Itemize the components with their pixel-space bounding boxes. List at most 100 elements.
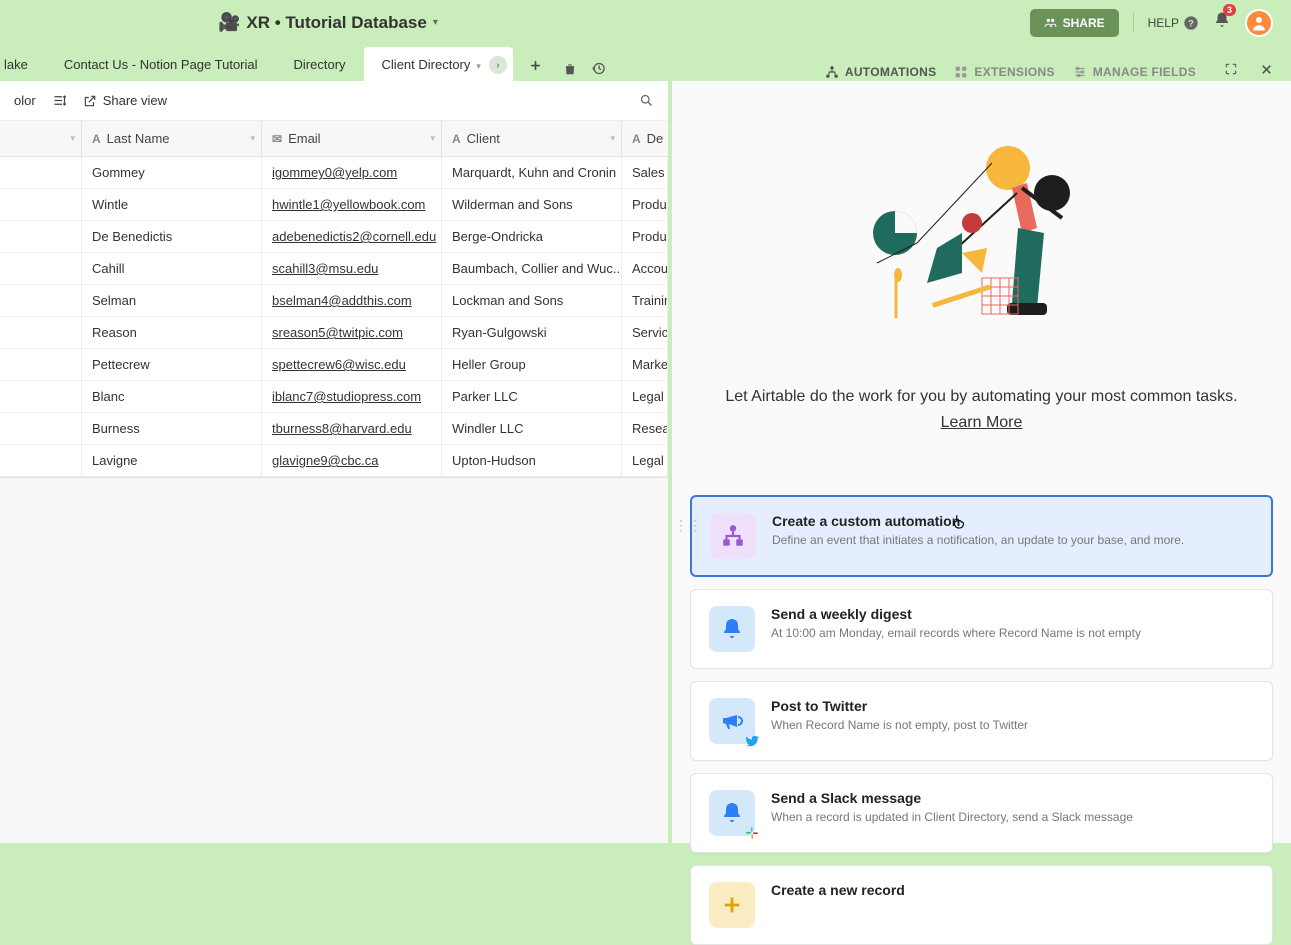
table-row[interactable]: De Benedictisadebenedictis2@cornell.eduB… [0, 221, 668, 253]
drag-handle-icon[interactable]: ⋮⋮ [674, 523, 702, 528]
row-handle[interactable] [0, 285, 82, 316]
column-header-email[interactable]: ✉Email▾ [262, 121, 442, 156]
card-title: Create a custom automation [772, 513, 1184, 529]
cell-email[interactable]: sreason5@twitpic.com [262, 317, 442, 348]
cell-email[interactable]: spettecrew6@wisc.edu [262, 349, 442, 380]
cell-client[interactable]: Upton-Hudson [442, 445, 622, 476]
table-row[interactable]: Selmanbselman4@addthis.comLockman and So… [0, 285, 668, 317]
search-button[interactable] [639, 93, 654, 108]
table-tab[interactable]: Contact Us - Notion Page Tutorial [46, 47, 276, 81]
row-handle[interactable] [0, 317, 82, 348]
cell-email[interactable]: glavigne9@cbc.ca [262, 445, 442, 476]
cell-email[interactable]: hwintle1@yellowbook.com [262, 189, 442, 220]
cell-dept[interactable]: Produ [622, 189, 668, 220]
share-button[interactable]: SHARE [1030, 9, 1119, 37]
cell-dept[interactable]: Trainin [622, 285, 668, 316]
row-height-tool[interactable] [52, 93, 67, 108]
grid-empty-area[interactable] [0, 477, 668, 843]
add-table-button[interactable] [521, 49, 551, 81]
column-header-dept[interactable]: ADe [622, 121, 668, 156]
column-header-lastname[interactable]: ALast Name▾ [82, 121, 262, 156]
cell-email[interactable]: scahill3@msu.edu [262, 253, 442, 284]
cell-lastname[interactable]: Lavigne [82, 445, 262, 476]
cell-client[interactable]: Wilderman and Sons [442, 189, 622, 220]
share-view-tool[interactable]: Share view [83, 93, 167, 108]
cell-dept[interactable]: Servic [622, 317, 668, 348]
cell-client[interactable]: Lockman and Sons [442, 285, 622, 316]
automation-template-card[interactable]: Post to TwitterWhen Record Name is not e… [690, 681, 1273, 761]
chevron-down-icon[interactable]: ▾ [433, 17, 438, 28]
cell-dept[interactable]: Resea [622, 413, 668, 444]
row-handle[interactable] [0, 445, 82, 476]
text-type-icon: A [632, 132, 641, 146]
history-icon[interactable] [591, 61, 606, 81]
base-title-group[interactable]: 🎥 XR • Tutorial Database ▾ [218, 12, 438, 33]
column-header-client[interactable]: AClient▾ [442, 121, 622, 156]
cell-lastname[interactable]: Reason [82, 317, 262, 348]
automation-template-card[interactable]: Send a Slack messageWhen a record is upd… [690, 773, 1273, 853]
automation-template-card[interactable]: Send a weekly digestAt 10:00 am Monday, … [690, 589, 1273, 669]
cell-dept[interactable]: Marke [622, 349, 668, 380]
row-handle[interactable] [0, 189, 82, 220]
chevron-right-icon[interactable]: › [489, 56, 507, 74]
learn-more-link[interactable]: Learn More [690, 411, 1273, 435]
table-tab[interactable]: lake [0, 47, 46, 81]
cell-email[interactable]: tburness8@harvard.edu [262, 413, 442, 444]
row-handle[interactable] [0, 253, 82, 284]
row-handle[interactable] [0, 349, 82, 380]
cell-lastname[interactable]: Pettecrew [82, 349, 262, 380]
automations-tab[interactable]: AUTOMATIONS [825, 65, 937, 79]
cell-email[interactable]: adebenedictis2@cornell.edu [262, 221, 442, 252]
cell-client[interactable]: Parker LLC [442, 381, 622, 412]
cell-lastname[interactable]: Wintle [82, 189, 262, 220]
cell-dept[interactable]: Legal [622, 381, 668, 412]
table-tab[interactable]: Client Directory▾› [364, 47, 513, 81]
table-row[interactable]: Blanciblanc7@studiopress.comParker LLCLe… [0, 381, 668, 413]
table-row[interactable]: Pettecrewspettecrew6@wisc.eduHeller Grou… [0, 349, 668, 381]
close-icon[interactable] [1260, 63, 1273, 81]
cell-dept[interactable]: Produ [622, 221, 668, 252]
cell-dept[interactable]: Accou [622, 253, 668, 284]
cell-email[interactable]: igommey0@yelp.com [262, 157, 442, 188]
row-handle[interactable] [0, 221, 82, 252]
row-handle[interactable] [0, 157, 82, 188]
cell-lastname[interactable]: Burness [82, 413, 262, 444]
automation-template-card[interactable]: Create a new record [690, 865, 1273, 945]
cell-client[interactable]: Ryan-Gulgowski [442, 317, 622, 348]
help-button[interactable]: HELP ? [1148, 15, 1199, 31]
table-row[interactable]: Reasonsreason5@twitpic.comRyan-Gulgowski… [0, 317, 668, 349]
color-tool[interactable]: olor [14, 93, 36, 108]
cell-email[interactable]: bselman4@addthis.com [262, 285, 442, 316]
cell-lastname[interactable]: Cahill [82, 253, 262, 284]
trash-icon[interactable] [563, 62, 577, 81]
table-row[interactable]: Wintlehwintle1@yellowbook.comWilderman a… [0, 189, 668, 221]
cell-lastname[interactable]: Blanc [82, 381, 262, 412]
cell-lastname[interactable]: Gommey [82, 157, 262, 188]
manage-fields-tab[interactable]: MANAGE FIELDS [1073, 65, 1196, 79]
cell-lastname[interactable]: De Benedictis [82, 221, 262, 252]
cell-client[interactable]: Heller Group [442, 349, 622, 380]
user-avatar[interactable] [1245, 9, 1273, 37]
row-handle[interactable] [0, 413, 82, 444]
column-header-blank[interactable]: ▾ [0, 121, 82, 156]
cell-dept[interactable]: Sales [622, 157, 668, 188]
cell-lastname[interactable]: Selman [82, 285, 262, 316]
cell-dept[interactable]: Legal [622, 445, 668, 476]
cell-client[interactable]: Windler LLC [442, 413, 622, 444]
row-handle[interactable] [0, 381, 82, 412]
automation-template-card[interactable]: Create a custom automationDefine an even… [690, 495, 1273, 577]
card-body: Send a weekly digestAt 10:00 am Monday, … [771, 606, 1141, 652]
table-row[interactable]: Lavigneglavigne9@cbc.caUpton-HudsonLegal [0, 445, 668, 477]
cell-client[interactable]: Berge-Ondricka [442, 221, 622, 252]
notifications-button[interactable]: 3 [1213, 11, 1231, 34]
table-row[interactable]: Burnesstburness8@harvard.eduWindler LLCR… [0, 413, 668, 445]
cell-client[interactable]: Baumbach, Collier and Wuc... [442, 253, 622, 284]
extensions-tab[interactable]: EXTENSIONS [954, 65, 1054, 79]
table-row[interactable]: Gommeyigommey0@yelp.comMarquardt, Kuhn a… [0, 157, 668, 189]
chevron-down-icon[interactable]: ▾ [476, 61, 481, 71]
table-row[interactable]: Cahillscahill3@msu.eduBaumbach, Collier … [0, 253, 668, 285]
cell-client[interactable]: Marquardt, Kuhn and Cronin [442, 157, 622, 188]
cell-email[interactable]: iblanc7@studiopress.com [262, 381, 442, 412]
expand-icon[interactable] [1224, 62, 1238, 81]
table-tab[interactable]: Directory [276, 47, 364, 81]
